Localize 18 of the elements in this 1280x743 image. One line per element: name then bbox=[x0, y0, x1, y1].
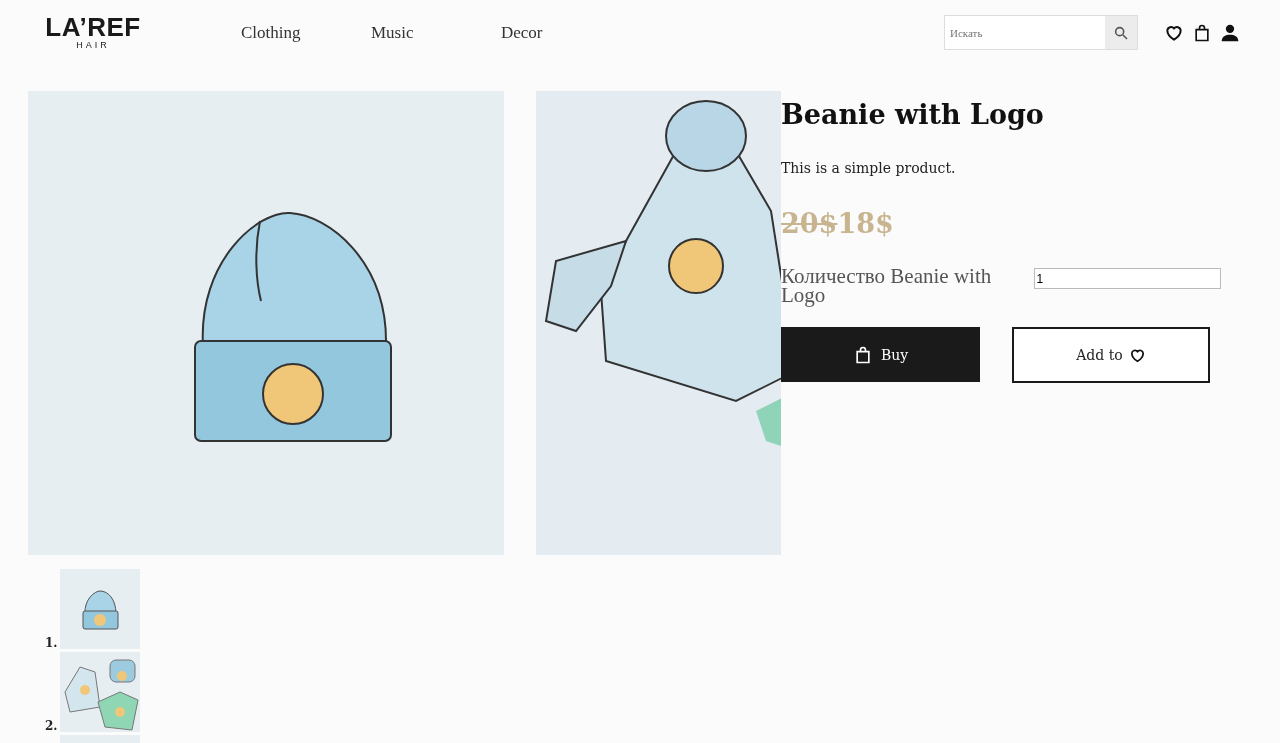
logo[interactable]: LA’REF HAIR bbox=[43, 14, 143, 51]
nav-link[interactable]: Music bbox=[371, 22, 501, 43]
user-icon bbox=[1220, 22, 1240, 43]
quantity-label: Количество Beanie with Logo bbox=[781, 267, 993, 305]
quantity-field[interactable]: 1 bbox=[1034, 268, 1221, 289]
list-number: 2. bbox=[45, 720, 59, 732]
nav-link[interactable]: Decor bbox=[501, 22, 631, 43]
bag-icon bbox=[1192, 22, 1212, 43]
account-button[interactable] bbox=[1220, 22, 1240, 43]
price: 18$ bbox=[837, 208, 894, 239]
buy-button[interactable]: Buy bbox=[781, 327, 980, 382]
old-price: 20$ bbox=[781, 208, 838, 239]
product-description: This is a simple product. bbox=[781, 160, 957, 176]
cart-button[interactable] bbox=[1192, 22, 1212, 43]
nav-link[interactable]: Clothing bbox=[241, 22, 371, 43]
product-title: Beanie with Logo bbox=[781, 99, 1045, 130]
add-to-wishlist-button[interactable]: Add to bbox=[1012, 327, 1210, 383]
list-number: 1. bbox=[45, 637, 59, 649]
